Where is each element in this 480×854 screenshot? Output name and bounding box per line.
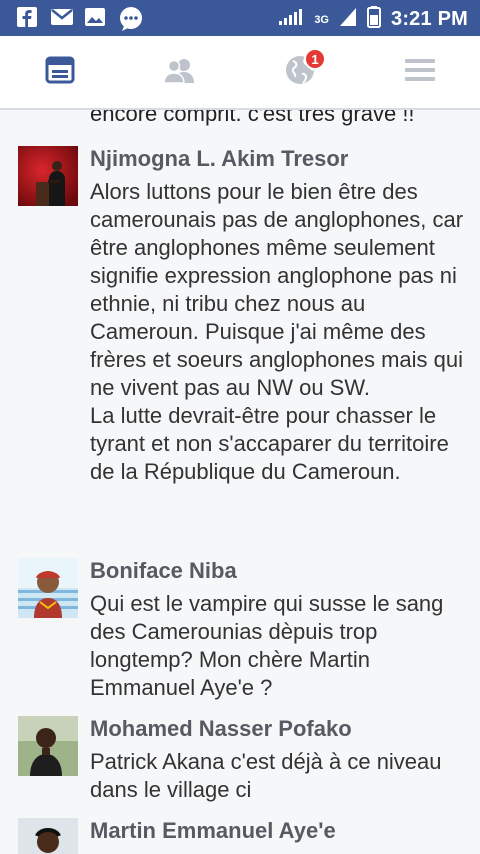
menu-icon xyxy=(404,57,436,88)
comments-list[interactable]: encore comprit. c'est tres grave !! Njim… xyxy=(0,110,480,854)
clock: 3:21 PM xyxy=(391,8,468,30)
friends-icon xyxy=(162,56,196,89)
chat-icon xyxy=(118,6,142,31)
avatar[interactable] xyxy=(18,716,78,776)
comment-author-name[interactable]: Njimogna L. Akim Tresor xyxy=(90,146,348,172)
status-bar-notifications xyxy=(16,6,142,31)
battery-icon xyxy=(367,6,381,33)
tab-menu[interactable] xyxy=(400,52,440,92)
tab-friends[interactable] xyxy=(159,52,199,92)
comment-author-name[interactable]: Martin Emmanuel Aye'e xyxy=(90,818,336,844)
news-feed-icon xyxy=(45,56,75,89)
avatar[interactable] xyxy=(18,818,78,854)
notification-badge: 1 xyxy=(304,48,326,70)
network-type: 3G xyxy=(314,13,329,26)
cell-signal-icon xyxy=(339,7,357,32)
comment-text: Alors luttons pour le bien être des came… xyxy=(90,179,464,484)
previous-comment-text: encore comprit. c'est tres grave !! xyxy=(90,110,415,126)
status-bar: 3G 3:21 PM xyxy=(0,0,480,36)
tab-notifications[interactable]: 1 xyxy=(280,48,326,92)
comment-text: Patrick Akana c'est déjà à ce niveau dan… xyxy=(90,749,448,802)
tab-news-feed[interactable] xyxy=(40,52,80,92)
wifi-signal-icon xyxy=(278,7,304,32)
comment-author-name[interactable]: Mohamed Nasser Pofako xyxy=(90,716,352,742)
comment-author-name[interactable]: Boniface Niba xyxy=(90,558,237,584)
gallery-icon xyxy=(84,6,106,28)
top-navigation-bar: 1 xyxy=(0,36,480,110)
facebook-icon xyxy=(16,6,38,28)
message-icon xyxy=(50,6,73,28)
avatar[interactable] xyxy=(18,146,78,206)
comment-text: Qui est le vampire qui susse le sang des… xyxy=(90,591,450,700)
status-bar-system: 3G 3:21 PM xyxy=(278,6,468,33)
avatar[interactable] xyxy=(18,558,78,618)
